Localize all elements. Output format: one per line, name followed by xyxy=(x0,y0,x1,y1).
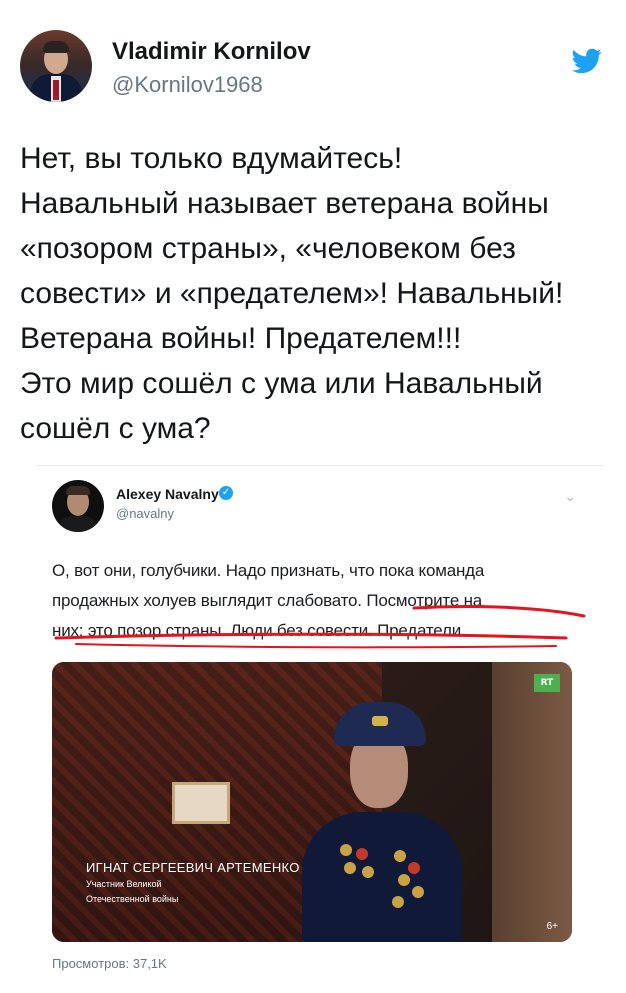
video-caption: ИГНАТ СЕРГЕЕВИЧ АРТЕМЕНКО Участник Велик… xyxy=(86,860,300,905)
tweet-header: Vladimir Kornilov @Kornilov1968 xyxy=(20,30,610,110)
person-name: ИГНАТ СЕРГЕЕВИЧ АРТЕМЕНКО xyxy=(86,860,300,875)
person-title-1: Участник Великой xyxy=(86,879,162,889)
rt-logo: RT xyxy=(534,674,560,692)
author-handle[interactable]: @Kornilov1968 xyxy=(112,72,263,98)
video-thumbnail[interactable]: RT ИГНАТ СЕРГЕЕВИЧ АРТЕМЕНКО Участник Ве… xyxy=(52,662,572,942)
tweet-line: Навальный называет ветерана войны xyxy=(20,187,549,220)
tweet-line: «позором страны», «человеком без xyxy=(20,232,516,265)
embedded-author-name[interactable]: Alexey Navalny xyxy=(116,486,219,502)
tweet-line: Нет, вы только вдумайтесь! xyxy=(20,142,403,175)
author-avatar[interactable] xyxy=(20,30,92,102)
divider xyxy=(36,465,604,466)
framed-photo xyxy=(172,782,230,824)
medals xyxy=(334,840,430,920)
red-underline-annotation xyxy=(54,605,586,649)
embedded-tweet[interactable]: Alexey Navalny ✓ @navalny ⌄ О, вот они, … xyxy=(36,476,604,976)
author-display-name[interactable]: Vladimir Kornilov xyxy=(112,38,311,66)
tweet-line: совести» и «предателем»! Навальный! xyxy=(20,277,564,310)
tweet-line: Это мир сошёл с ума или Навальный xyxy=(20,367,543,400)
person-title-2: Отечественной войны xyxy=(86,894,179,904)
tweet-line: сошёл с ума? xyxy=(20,412,211,445)
chevron-down-icon[interactable]: ⌄ xyxy=(564,488,576,505)
tweet-body: Нет, вы только вдумайтесь! Навальный наз… xyxy=(20,136,610,451)
twitter-bird-icon xyxy=(572,48,602,74)
view-count: Просмотров: 37,1K xyxy=(52,956,167,971)
verified-badge-icon: ✓ xyxy=(219,486,233,500)
tweet-line: Ветерана войны! Предателем!!! xyxy=(20,322,462,355)
embedded-author-handle[interactable]: @navalny xyxy=(116,506,174,521)
embedded-author-avatar[interactable] xyxy=(52,480,104,532)
age-rating: 6+ xyxy=(546,921,558,932)
